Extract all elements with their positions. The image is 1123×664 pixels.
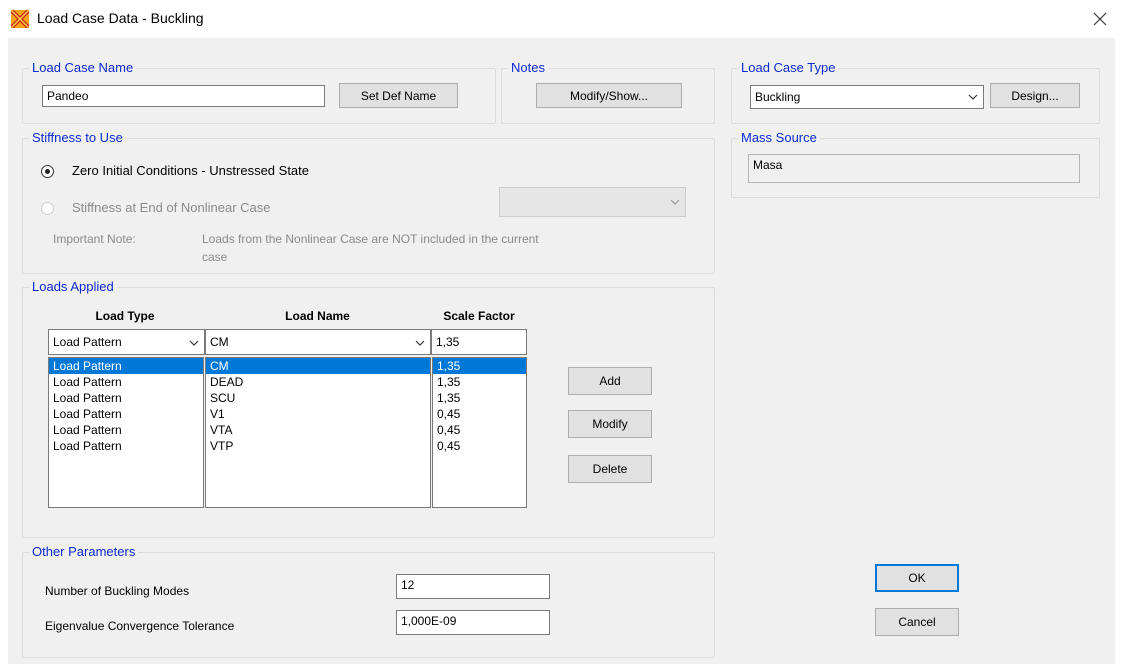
set-def-name-button[interactable]: Set Def Name [339, 83, 458, 108]
modify-button[interactable]: Modify [568, 410, 652, 438]
notes-group-label: Notes [508, 60, 548, 75]
delete-button[interactable]: Delete [568, 455, 652, 483]
list-item[interactable]: VTA [206, 422, 430, 438]
chevron-down-icon [415, 340, 425, 346]
cancel-button[interactable]: Cancel [875, 608, 959, 636]
window-title: Load Case Data - Buckling [37, 10, 204, 26]
load-name-select[interactable]: CM [205, 329, 431, 355]
load-name-list[interactable]: CM DEAD SCU V1 VTA VTP [205, 357, 431, 508]
load-case-type-value: Buckling [755, 90, 801, 104]
list-item[interactable]: 0,45 [433, 406, 526, 422]
scale-factor-list[interactable]: 1,35 1,35 1,35 0,45 0,45 0,45 [432, 357, 527, 508]
chevron-down-icon [189, 340, 199, 346]
nonlinear-radio[interactable] [41, 202, 54, 215]
load-case-name-group-label: Load Case Name [29, 60, 137, 75]
list-item[interactable]: Load Pattern [49, 406, 203, 422]
list-item[interactable]: 1,35 [433, 358, 526, 374]
other-parameters-group: Other Parameters Number of Buckling Mode… [22, 544, 715, 658]
add-button[interactable]: Add [568, 367, 652, 395]
buckling-modes-input[interactable]: 12 [396, 574, 550, 599]
notes-group: Notes Modify/Show... [501, 60, 715, 124]
load-type-list[interactable]: Load Pattern Load Pattern Load Pattern L… [48, 357, 204, 508]
list-item[interactable]: 1,35 [433, 390, 526, 406]
close-icon [1093, 12, 1107, 26]
important-note-line1: Loads from the Nonlinear Case are NOT in… [202, 232, 539, 246]
important-note-label: Important Note: [53, 232, 136, 246]
loads-applied-group: Loads Applied Load Type Load Name Scale … [22, 279, 715, 538]
mass-source-group-label: Mass Source [738, 130, 820, 145]
app-icon [10, 9, 30, 29]
mass-source-field: Masa [748, 154, 1080, 183]
chevron-down-icon [670, 199, 680, 205]
title-bar: Load Case Data - Buckling [0, 0, 1123, 38]
list-item[interactable]: Load Pattern [49, 422, 203, 438]
ok-button[interactable]: OK [875, 564, 959, 592]
list-item[interactable]: 0,45 [433, 422, 526, 438]
load-case-type-group: Load Case Type Buckling Design... [731, 60, 1100, 124]
other-parameters-group-label: Other Parameters [29, 544, 139, 559]
list-item[interactable]: DEAD [206, 374, 430, 390]
mass-source-group: Mass Source Masa [731, 130, 1100, 198]
modify-show-button[interactable]: Modify/Show... [536, 83, 682, 108]
load-case-type-group-label: Load Case Type [738, 60, 839, 75]
list-item[interactable]: VTP [206, 438, 430, 454]
list-item[interactable]: SCU [206, 390, 430, 406]
load-name-header: Load Name [285, 309, 350, 323]
load-name-select-value: CM [210, 335, 229, 349]
scale-factor-header: Scale Factor [443, 309, 515, 323]
close-button[interactable] [1077, 0, 1123, 38]
buckling-modes-label: Number of Buckling Modes [45, 584, 190, 598]
nonlinear-case-select[interactable] [499, 187, 686, 217]
tolerance-label: Eigenvalue Convergence Tolerance [45, 619, 235, 633]
list-item[interactable]: Load Pattern [49, 438, 203, 454]
scale-factor-input[interactable]: 1,35 [431, 329, 527, 355]
list-item[interactable]: 0,45 [433, 438, 526, 454]
zero-initial-label[interactable]: Zero Initial Conditions - Unstressed Sta… [72, 163, 309, 178]
load-case-type-select[interactable]: Buckling [750, 85, 984, 109]
tolerance-input[interactable]: 1,000E-09 [396, 610, 550, 635]
load-case-name-group: Load Case Name Pandeo Set Def Name [22, 60, 496, 124]
stiffness-group-label: Stiffness to Use [29, 130, 126, 145]
important-note-line2: case [202, 250, 228, 264]
list-item[interactable]: Load Pattern [49, 390, 203, 406]
nonlinear-label[interactable]: Stiffness at End of Nonlinear Case [72, 200, 271, 215]
list-item[interactable]: V1 [206, 406, 430, 422]
zero-initial-radio[interactable] [41, 165, 54, 178]
loads-applied-group-label: Loads Applied [29, 279, 117, 294]
load-type-select[interactable]: Load Pattern [48, 329, 205, 355]
load-case-name-input[interactable]: Pandeo [42, 85, 325, 107]
load-type-select-value: Load Pattern [53, 335, 122, 349]
list-item[interactable]: Load Pattern [49, 358, 203, 374]
list-item[interactable]: CM [206, 358, 430, 374]
dialog-body: Load Case Name Pandeo Set Def Name Notes… [8, 38, 1115, 664]
design-button[interactable]: Design... [990, 83, 1080, 108]
list-item[interactable]: 1,35 [433, 374, 526, 390]
list-item[interactable]: Load Pattern [49, 374, 203, 390]
load-type-header: Load Type [95, 309, 155, 323]
stiffness-group: Stiffness to Use Zero Initial Conditions… [22, 130, 715, 274]
chevron-down-icon [968, 94, 978, 100]
